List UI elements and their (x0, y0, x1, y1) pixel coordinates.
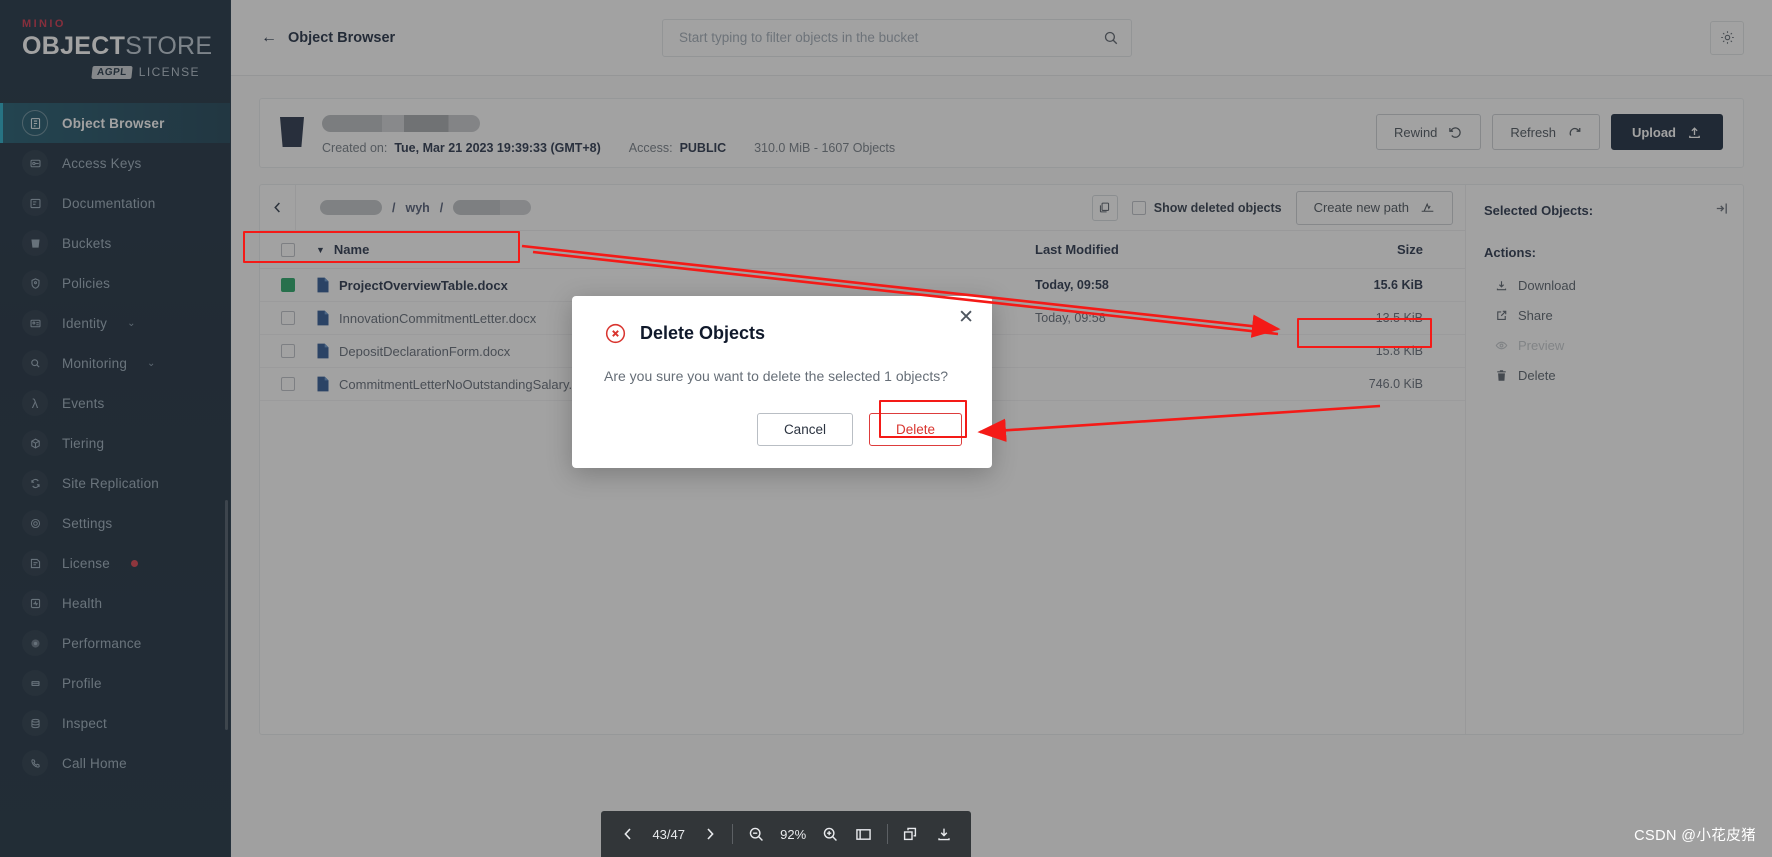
zoom-out-button[interactable] (739, 817, 773, 851)
pdf-viewer-toolbar: 43/47 92% (601, 811, 971, 857)
previous-page-button[interactable] (611, 817, 645, 851)
delete-objects-dialog: ✕ Delete Objects Are you sure you want t… (572, 296, 992, 468)
zoom-level-indicator[interactable]: 92% (773, 827, 813, 842)
rotate-button[interactable] (894, 817, 928, 851)
dialog-header: Delete Objects (604, 322, 962, 345)
watermark: CSDN @小花皮猪 (1634, 828, 1756, 844)
fit-page-button[interactable] (847, 817, 881, 851)
dialog-title: Delete Objects (640, 323, 766, 343)
app-root: MINIO OBJECTSTORE AGPL LICENSE Object Br… (0, 0, 1772, 857)
error-circle-icon (604, 322, 627, 345)
confirm-delete-button[interactable]: Delete (868, 413, 962, 446)
next-page-button[interactable] (693, 817, 727, 851)
dialog-message: Are you sure you want to delete the sele… (604, 368, 948, 384)
zoom-in-button[interactable] (813, 817, 847, 851)
close-icon[interactable]: ✕ (958, 308, 974, 327)
toolbar-divider (732, 824, 734, 844)
download-button[interactable] (927, 817, 961, 851)
dialog-buttons: Cancel Delete (756, 413, 962, 446)
toolbar-divider (886, 824, 888, 844)
cancel-button[interactable]: Cancel (756, 413, 853, 446)
page-indicator[interactable]: 43/47 (645, 827, 693, 842)
